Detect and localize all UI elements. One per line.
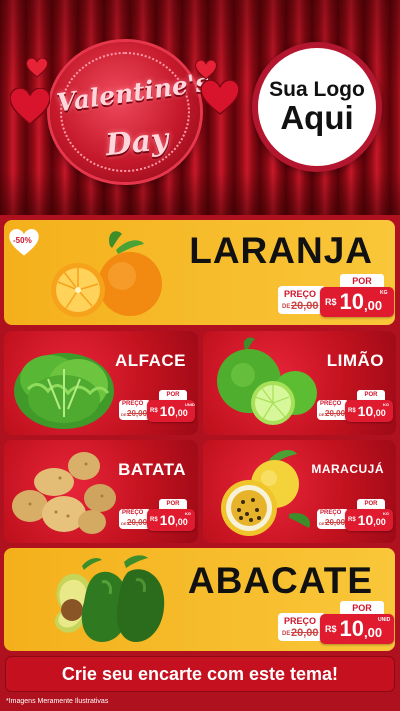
price-integer: 10 xyxy=(357,403,374,419)
preco-label: PREÇO xyxy=(122,401,144,407)
product-card-batata[interactable]: BATATA PREÇO DE 20,00 POR R$ 10 ,00 KG xyxy=(4,440,198,543)
product-card-limao[interactable]: LIMÃO PREÇO DE 20,00 POR R$ 10 ,00 KG xyxy=(203,331,396,435)
price-decimal: ,00 xyxy=(175,517,188,527)
price-unit: UNID xyxy=(378,617,391,623)
price-decimal: ,00 xyxy=(364,297,383,313)
product-card-laranja[interactable]: LARANJA PREÇO DE 20,00 POR R$ 10 ,00 KG xyxy=(4,220,395,325)
passion-fruit-image xyxy=(221,450,311,536)
por-label: POR xyxy=(340,601,384,615)
price-decimal: ,00 xyxy=(364,624,383,640)
de-label: DE xyxy=(282,304,291,310)
de-label: DE xyxy=(282,631,291,637)
logo-placeholder[interactable]: Sua Logo Aqui xyxy=(252,42,382,172)
price-tag: PREÇO DE 20,00 POR R$ 10 ,00 KG xyxy=(278,274,394,317)
heart-icon xyxy=(10,88,50,125)
preco-label: PREÇO xyxy=(284,616,317,626)
potato-image xyxy=(12,452,116,534)
currency: R$ xyxy=(325,297,337,307)
heart-icon xyxy=(195,60,217,80)
currency: R$ xyxy=(348,408,356,414)
old-price: 20,00 xyxy=(325,518,346,527)
old-price: 20,00 xyxy=(127,409,148,418)
valentines-day-emblem: Valentine's Day xyxy=(42,40,211,190)
heart-icon xyxy=(200,80,240,116)
price-tag: PREÇO DE 20,00 POR R$ 10 ,00 KG xyxy=(317,390,393,422)
price-integer: 10 xyxy=(357,512,374,528)
logo-text-line1: Sua Logo xyxy=(269,77,365,101)
product-name: LIMÃO xyxy=(326,351,384,370)
cta-text: Crie seu encarte com este tema! xyxy=(61,663,339,684)
price-unit: KG xyxy=(380,290,388,296)
price-unit: KG xyxy=(383,511,389,516)
price-integer: 10 xyxy=(339,289,364,314)
disclaimer: *Imagens Meramente Ilustrativas xyxy=(6,698,109,705)
price-tag: PREÇO DE 20,00 POR R$ 10 ,00 UNID xyxy=(278,601,394,644)
currency: R$ xyxy=(150,408,158,414)
por-label: POR xyxy=(159,499,187,509)
preco-label: PREÇO xyxy=(284,289,317,299)
de-label: DE xyxy=(319,521,325,526)
currency: R$ xyxy=(348,517,356,523)
price-unit: KG xyxy=(185,511,191,516)
lettuce-image xyxy=(14,353,114,429)
product-name: MARACUJÁ xyxy=(311,462,384,476)
discount-badge-text: -50% xyxy=(13,236,32,245)
price-unit: UNID xyxy=(185,402,195,407)
logo-text-line2: Aqui xyxy=(280,98,354,136)
orange-image xyxy=(51,231,162,317)
de-label: DE xyxy=(121,412,127,417)
de-label: DE xyxy=(319,412,325,417)
product-name: LARANJA xyxy=(189,230,373,271)
de-label: DE xyxy=(121,521,127,526)
price-integer: 10 xyxy=(159,403,176,419)
product-name: ALFACE xyxy=(115,351,186,370)
price-decimal: ,00 xyxy=(373,517,386,527)
price-decimal: ,00 xyxy=(373,408,386,418)
product-name: ABACATE xyxy=(187,560,373,601)
por-label: POR xyxy=(159,390,187,400)
product-card-abacate[interactable]: ABACATE PREÇO DE 20,00 POR R$ 10 ,00 UNI… xyxy=(4,548,395,651)
price-unit: KG xyxy=(383,402,389,407)
lime-image xyxy=(217,337,317,425)
old-price: 20,00 xyxy=(291,300,319,312)
product-card-alface[interactable]: ALFACE PREÇO DE 20,00 POR R$ 10 ,00 UNID xyxy=(4,331,198,435)
cta-banner[interactable]: Crie seu encarte com este tema! xyxy=(5,656,395,692)
preco-label: PREÇO xyxy=(320,401,342,407)
price-integer: 10 xyxy=(159,512,176,528)
por-label: POR xyxy=(357,499,385,509)
price-tag: PREÇO DE 20,00 POR R$ 10 ,00 KG xyxy=(119,499,195,531)
discount-badge: -50% xyxy=(6,229,42,257)
price-integer: 10 xyxy=(339,616,364,641)
por-label: POR xyxy=(357,390,385,400)
heart-icon xyxy=(26,58,48,78)
price-decimal: ,00 xyxy=(175,408,188,418)
old-price: 20,00 xyxy=(325,409,346,418)
currency: R$ xyxy=(325,624,337,634)
product-name: BATATA xyxy=(118,460,186,479)
price-tag: PREÇO DE 20,00 POR R$ 10 ,00 UNID xyxy=(119,390,195,422)
old-price: 20,00 xyxy=(127,518,148,527)
currency: R$ xyxy=(150,517,158,523)
product-card-maracuja[interactable]: MARACUJÁ PREÇO DE 20,00 POR R$ 10 ,00 KG xyxy=(203,440,396,543)
price-tag: PREÇO DE 20,00 POR R$ 10 ,00 KG xyxy=(317,499,393,531)
preco-label: PREÇO xyxy=(320,510,342,516)
avocado-image xyxy=(54,555,165,642)
old-price: 20,00 xyxy=(291,627,319,639)
por-label: POR xyxy=(340,274,384,288)
curtain-header: Valentine's Day Sua Logo Aqui xyxy=(0,0,400,215)
preco-label: PREÇO xyxy=(122,510,144,516)
